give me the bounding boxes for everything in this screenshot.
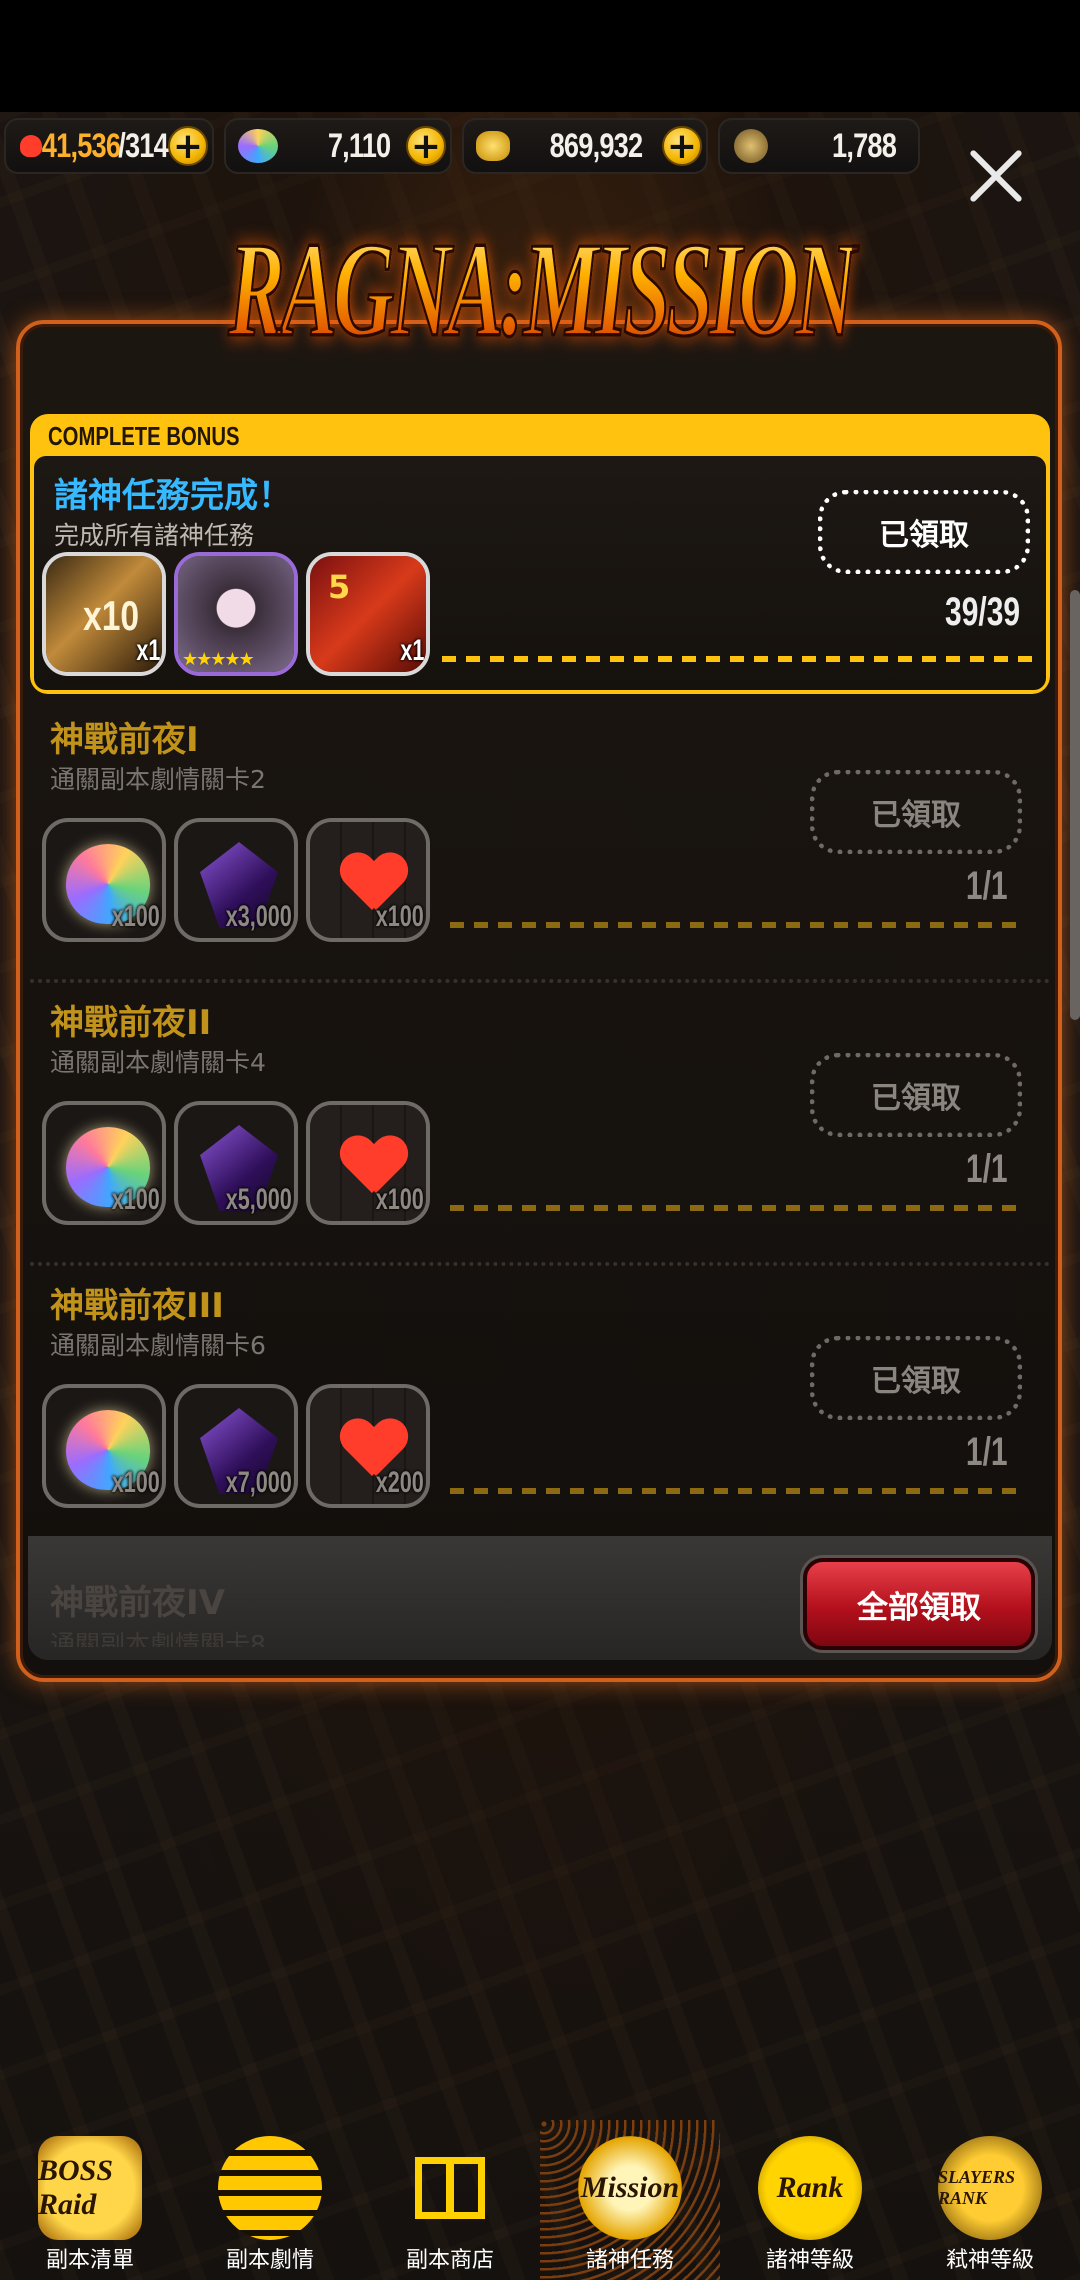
reward-qty: x5,000 (225, 1183, 292, 1216)
nav-label: 副本商店 (405, 2248, 494, 2273)
nav-item-shop[interactable]: 副本商店 (360, 2120, 540, 2280)
character-card-icon: ★★★★★ (174, 552, 298, 676)
mission-title: 神戰前夜II (50, 1003, 212, 1043)
reward-qty: x100 (375, 1183, 424, 1216)
scrollbar[interactable] (1070, 590, 1080, 1020)
rainbow-gem-icon: x100 (42, 1384, 166, 1508)
mission-progress: 1/1 (966, 1147, 1008, 1191)
gems-value: 7,110 (327, 126, 391, 165)
reward-qty: x3,000 (225, 900, 292, 933)
complete-bonus-body: 諸神任務完成！ 完成所有諸神任務 已領取 39/39 x10 x1 ★★★★★ … (34, 456, 1046, 690)
stamina-max: /314 (118, 126, 169, 165)
nav-item-story[interactable]: 副本劇情 (180, 2120, 360, 2280)
mission-subtitle: 通關副本劇情關卡8 (50, 1630, 266, 1647)
mission-title: 神戰前夜I (50, 720, 199, 760)
mission-subtitle: 通關副本劇情關卡4 (50, 1048, 266, 1077)
heart-icon: x100 (306, 818, 430, 942)
gem-icon (238, 129, 278, 163)
bottom-nav: BOSS Raid 副本清單 副本劇情 副本商店 Mission 諸神任務 Ra… (0, 2120, 1080, 2280)
bonus-claimed-button[interactable]: 已領取 (818, 490, 1030, 574)
nav-item-mission[interactable]: Mission 諸神任務 (540, 2120, 720, 2280)
gold-coin-icon (476, 131, 510, 161)
nav-item-slayers-rank[interactable]: SLAYERS RANK 弒神等級 (900, 2120, 1080, 2280)
mission-progress: 1/1 (966, 864, 1008, 908)
boss-raid-icon: BOSS Raid (38, 2136, 142, 2240)
ticket-5-label: 5 (328, 568, 351, 606)
gold-counter: 869,932 + (462, 118, 708, 174)
mission-progress-bar (450, 922, 1020, 928)
gold-value: 869,932 (549, 126, 644, 165)
nav-label: 副本劇情 (225, 2248, 314, 2273)
rarity-stars: ★★★★★ (182, 649, 255, 670)
reward-qty: x100 (375, 900, 424, 933)
close-icon[interactable] (965, 145, 1027, 207)
gift-icon (398, 2136, 502, 2240)
nav-label: 副本清單 (45, 2248, 134, 2273)
bonus-title: 諸神任務完成！ (54, 476, 292, 516)
claimed-button[interactable]: 已領取 (810, 1336, 1022, 1420)
stamina-counter: 41,536 /314 + (4, 118, 214, 174)
medals-value: 1,788 (831, 126, 897, 165)
purple-crystal-icon: x3,000 (174, 818, 298, 942)
list-item: 神戰前夜III 通關副本劇情關卡6 已領取 1/1 x100 x7,000 x2… (30, 1266, 1050, 1549)
complete-bonus-card: COMPLETE BONUS 諸神任務完成！ 完成所有諸神任務 已領取 39/3… (30, 414, 1050, 694)
mission-title: 神戰前夜IV (50, 1583, 225, 1623)
mission-subtitle: 通關副本劇情關卡2 (50, 765, 266, 794)
logo-text: RAGNA:MISSION (227, 212, 857, 368)
nav-item-boss-raid[interactable]: BOSS Raid 副本清單 (0, 2120, 180, 2280)
gems-counter: 7,110 + (224, 118, 452, 174)
mission-star-icon: Mission (578, 2136, 682, 2240)
nav-item-rank[interactable]: Rank 諸神等級 (720, 2120, 900, 2280)
nav-label: 諸神等級 (765, 2248, 854, 2273)
add-stamina-button[interactable]: + (168, 126, 208, 166)
mission-progress: 1/1 (966, 1430, 1008, 1474)
nav-label: 諸神任務 (585, 2248, 674, 2273)
list-item: 神戰前夜II 通關副本劇情關卡4 已領取 1/1 x100 x5,000 x10… (30, 983, 1050, 1266)
rainbow-gem-icon: x100 (42, 1101, 166, 1225)
nav-label: 弒神等級 (945, 2248, 1034, 2273)
currency-bar: 41,536 /314 + 7,110 + 869,932 + 1,788 (0, 118, 920, 178)
story-orb-icon (218, 2136, 322, 2240)
stamina-value: 41,536 (41, 126, 121, 165)
complete-bonus-tab: COMPLETE BONUS (48, 421, 240, 451)
ragna-mission-logo: RAGNA:MISSION (227, 195, 857, 385)
stamina-icon (20, 135, 42, 157)
heart-icon: x200 (306, 1384, 430, 1508)
mission-subtitle: 通關副本劇情關卡6 (50, 1331, 266, 1360)
purple-crystal-icon: x7,000 (174, 1384, 298, 1508)
reward-qty: x100 (111, 1466, 160, 1499)
claim-all-button[interactable]: 全部領取 (803, 1558, 1035, 1650)
mission-progress-bar (450, 1205, 1020, 1211)
list-item: 神戰前夜I 通關副本劇情關卡2 已領取 1/1 x100 x3,000 x100 (30, 700, 1050, 983)
bonus-subtitle: 完成所有諸神任務 (54, 521, 255, 550)
rainbow-gem-icon: x100 (42, 818, 166, 942)
add-gold-button[interactable]: + (662, 126, 702, 166)
rank-globe-icon: Rank (758, 2136, 862, 2240)
medals-counter: 1,788 (718, 118, 920, 174)
bonus-progress-bar (442, 656, 1038, 662)
ticket-label: x10 (83, 592, 140, 639)
mission-progress-bar (450, 1488, 1020, 1494)
slayers-rank-icon: SLAYERS RANK (938, 2136, 1042, 2240)
medal-icon (734, 129, 768, 163)
ticket-icon: x10 x1 (42, 552, 166, 676)
mission-title: 神戰前夜III (50, 1286, 224, 1326)
reward-qty: x1 (135, 634, 160, 667)
reward-qty: x100 (111, 1183, 160, 1216)
heart-icon: x100 (306, 1101, 430, 1225)
bonus-progress: 39/39 (944, 590, 1020, 634)
ticket-5-icon: 5 x1 (306, 552, 430, 676)
reward-qty: x100 (111, 900, 160, 933)
reward-qty: x7,000 (225, 1466, 292, 1499)
reward-qty: x200 (375, 1466, 424, 1499)
add-gems-button[interactable]: + (406, 126, 446, 166)
purple-crystal-icon: x5,000 (174, 1101, 298, 1225)
claimed-button[interactable]: 已領取 (810, 770, 1022, 854)
reward-qty: x1 (399, 634, 424, 667)
claimed-button[interactable]: 已領取 (810, 1053, 1022, 1137)
